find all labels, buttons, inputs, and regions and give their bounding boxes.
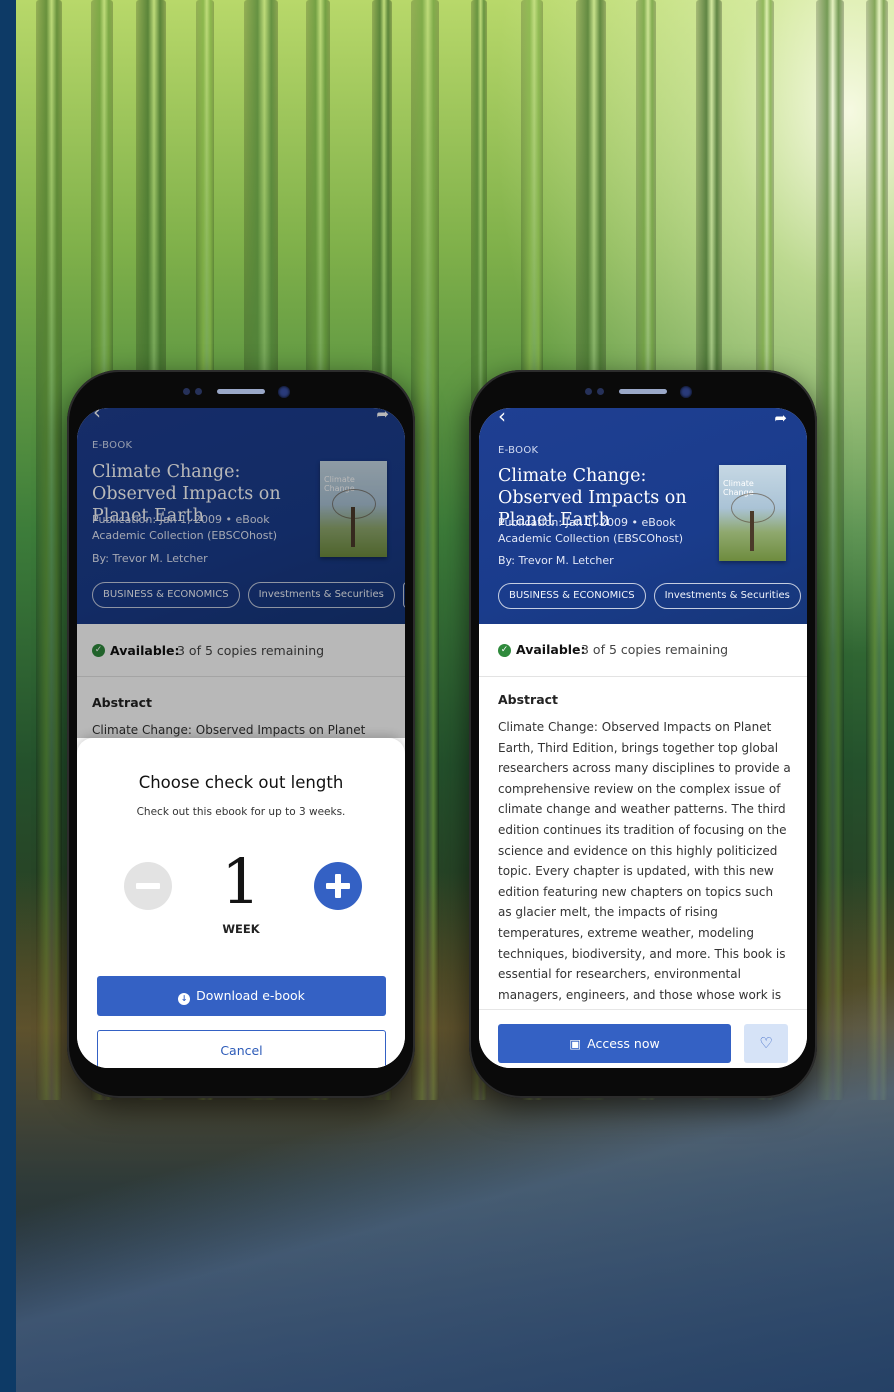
availability-label: Available:	[516, 642, 586, 657]
abstract-line: techniques, biodiversity, and more. This…	[498, 946, 786, 961]
access-now-label: Access now	[587, 1036, 660, 1051]
speaker-grille	[619, 389, 667, 394]
left-phone-screen: ‹ ➦ E-BOOK Climate Change: Observed Impa…	[77, 408, 405, 1068]
subject-chip[interactable]: BUSINESS & ECONOMICS	[498, 583, 646, 609]
front-camera	[278, 386, 290, 398]
abstract-line: essential for researchers, environmental	[498, 967, 741, 982]
subject-chip[interactable]: Investments & Securities	[653, 583, 801, 609]
abstract-line: Climate Change: Observed Impacts on Plan…	[498, 720, 772, 734]
sheet-subtitle: Check out this ebook for up to 3 weeks.	[136, 806, 346, 818]
access-icon: ▣	[569, 1036, 582, 1051]
cover-tree-trunk	[750, 511, 754, 551]
back-chevron-icon[interactable]: ‹	[498, 408, 506, 426]
detail-footer-bar: ▣ Access now ♡	[479, 1009, 807, 1068]
abstract-line: researchers across many disciplines to p…	[498, 761, 791, 776]
sensor-dot	[183, 388, 190, 395]
subject-chips: BUSINESS & ECONOMICS Investments & Secur…	[498, 583, 807, 609]
abstract-heading: Abstract	[498, 692, 559, 707]
abstract-line: Earth, Third Edition, brings together to…	[498, 740, 779, 755]
plus-icon-v	[335, 874, 341, 898]
abstract-line: comprehensive review on the complex issu…	[498, 781, 781, 796]
heart-outline-icon: ♡	[759, 1034, 773, 1052]
sensor-dot	[597, 388, 604, 395]
abstract-line: edition continues its tradition of focus…	[498, 822, 787, 837]
share-icon[interactable]: ➦	[774, 408, 787, 428]
collection-line: Academic Collection (EBSCOhost)	[498, 532, 684, 545]
availability-row: ✓ Available: 3 of 5 copies remaining	[479, 624, 807, 677]
front-camera	[680, 386, 692, 398]
speaker-grille	[217, 389, 265, 394]
modal-dim-overlay[interactable]	[77, 408, 405, 738]
checkout-weeks-unit: WEEK	[222, 922, 260, 936]
author-line: By: Trevor M. Letcher	[498, 554, 614, 567]
download-icon: ↓	[178, 993, 191, 1005]
cancel-label: Cancel	[220, 1043, 263, 1058]
book-cover-image: Climate Change	[719, 465, 786, 561]
book-header: ‹ ➦ E-BOOK Climate Change: Observed Impa…	[479, 408, 807, 624]
abstract-line: edition featuring new chapters on topics…	[498, 884, 774, 899]
abstract-line: temperatures, extreme weather, modeling	[498, 925, 754, 940]
download-label: Download e-book	[196, 988, 305, 1003]
cancel-button[interactable]: Cancel	[97, 1030, 386, 1068]
abstract-body: Climate Change: Observed Impacts on Plan…	[498, 717, 798, 1005]
publication-label: Publication:	[498, 516, 563, 529]
abstract-line: science and evidence on this highly poli…	[498, 843, 778, 858]
right-phone-screen: ‹ ➦ E-BOOK Climate Change: Observed Impa…	[479, 408, 807, 1068]
left-phone-frame: ‹ ➦ E-BOOK Climate Change: Observed Impa…	[67, 370, 415, 1098]
checkout-length-sheet: Choose check out length Check out this e…	[77, 738, 405, 1068]
abstract-line: as glacier melt, the impacts of rising	[498, 905, 718, 920]
publication-line: Publication: Jan 1, 2009 • eBook	[498, 515, 676, 531]
abstract-line: topic. Every chapter is updated, with th…	[498, 864, 774, 879]
abstract-line: managers, engineers, and those whose wor…	[498, 987, 782, 1002]
sheet-title: Choose check out length	[138, 773, 344, 792]
increase-weeks-button[interactable]	[314, 862, 362, 910]
check-circle-icon: ✓	[498, 644, 511, 657]
abstract-line: climate change and weather patterns. The…	[498, 802, 786, 817]
access-now-button[interactable]: ▣ Access now	[498, 1024, 731, 1063]
sensor-dot	[195, 388, 202, 395]
sensor-dot	[585, 388, 592, 395]
publication-value: Jan 1, 2009 • eBook	[565, 516, 676, 529]
right-phone-frame: ‹ ➦ E-BOOK Climate Change: Observed Impa…	[469, 370, 817, 1098]
content-type-label: E-BOOK	[498, 445, 539, 456]
availability-value: 3 of 5 copies remaining	[581, 642, 729, 657]
download-ebook-button[interactable]: ↓ Download e-book	[97, 976, 386, 1016]
favorite-button[interactable]: ♡	[744, 1024, 788, 1063]
